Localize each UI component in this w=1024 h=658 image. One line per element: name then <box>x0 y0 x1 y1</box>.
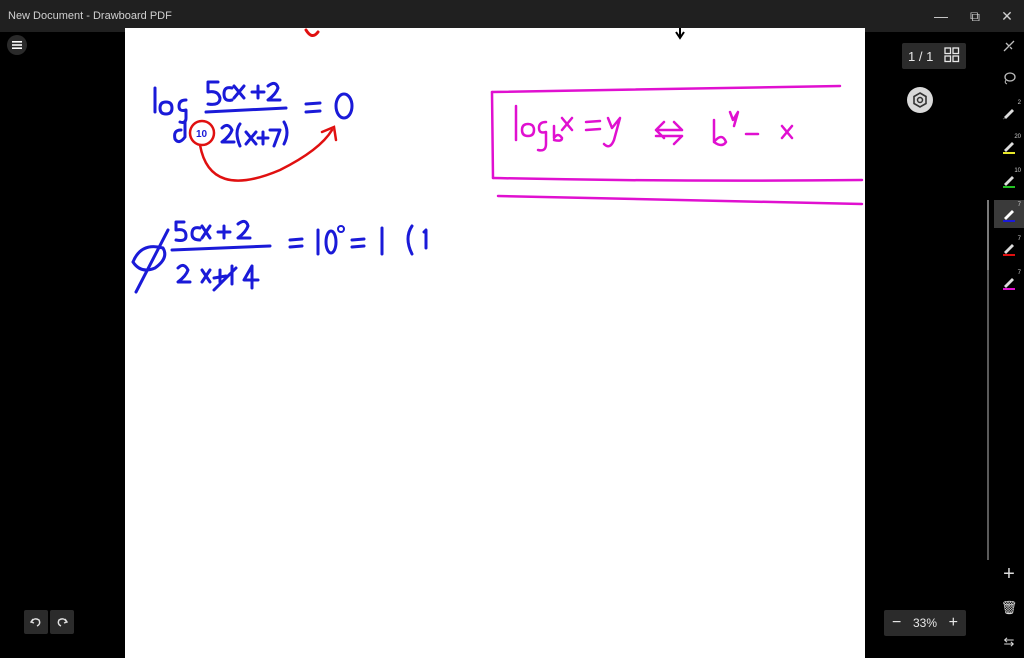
settings-icon[interactable] <box>907 87 933 113</box>
minimize-button[interactable]: — <box>924 0 958 32</box>
pen-red-icon[interactable]: 7 <box>994 234 1024 262</box>
page-indicator[interactable]: 1 / 1 <box>902 43 966 69</box>
swap-icon[interactable]: ⇆ <box>994 628 1024 656</box>
pen-blue-icon[interactable]: 7 <box>994 200 1024 228</box>
page-number: 1 / 1 <box>908 48 934 64</box>
undo-icon[interactable] <box>24 610 48 634</box>
window-title: New Document - Drawboard PDF <box>8 10 172 22</box>
svg-text:10: 10 <box>196 129 208 140</box>
close-button[interactable]: ✕ <box>990 0 1024 32</box>
zoom-control: − 33% + <box>884 610 966 636</box>
zoom-in-button[interactable]: + <box>949 615 958 631</box>
document-page[interactable]: 10 <box>125 28 865 658</box>
ruler-icon[interactable] <box>994 32 1024 60</box>
pen-icon[interactable]: 2 <box>994 98 1024 126</box>
ink-canvas: 10 <box>131 28 864 294</box>
pen-green-icon[interactable]: 10 <box>994 166 1024 194</box>
vertical-scrollbar[interactable] <box>987 220 989 560</box>
annotation-toolbar: 2 20 10 7 7 7 + 🗑 ⇆ <box>994 32 1024 658</box>
zoom-level: 33% <box>912 616 938 630</box>
add-tool-button[interactable]: + <box>994 560 1024 588</box>
scrollbar-thumb[interactable] <box>987 200 989 270</box>
highlighter-icon[interactable]: 20 <box>994 132 1024 160</box>
redo-icon[interactable] <box>50 610 74 634</box>
pen-magenta-icon[interactable]: 7 <box>994 268 1024 296</box>
restore-button[interactable]: ⧉ <box>958 0 992 32</box>
menu-icon[interactable] <box>6 34 28 56</box>
lasso-icon[interactable] <box>994 64 1024 92</box>
zoom-out-button[interactable]: − <box>892 615 901 631</box>
delete-icon[interactable]: 🗑 <box>994 594 1024 622</box>
grid-view-icon[interactable] <box>944 46 960 66</box>
